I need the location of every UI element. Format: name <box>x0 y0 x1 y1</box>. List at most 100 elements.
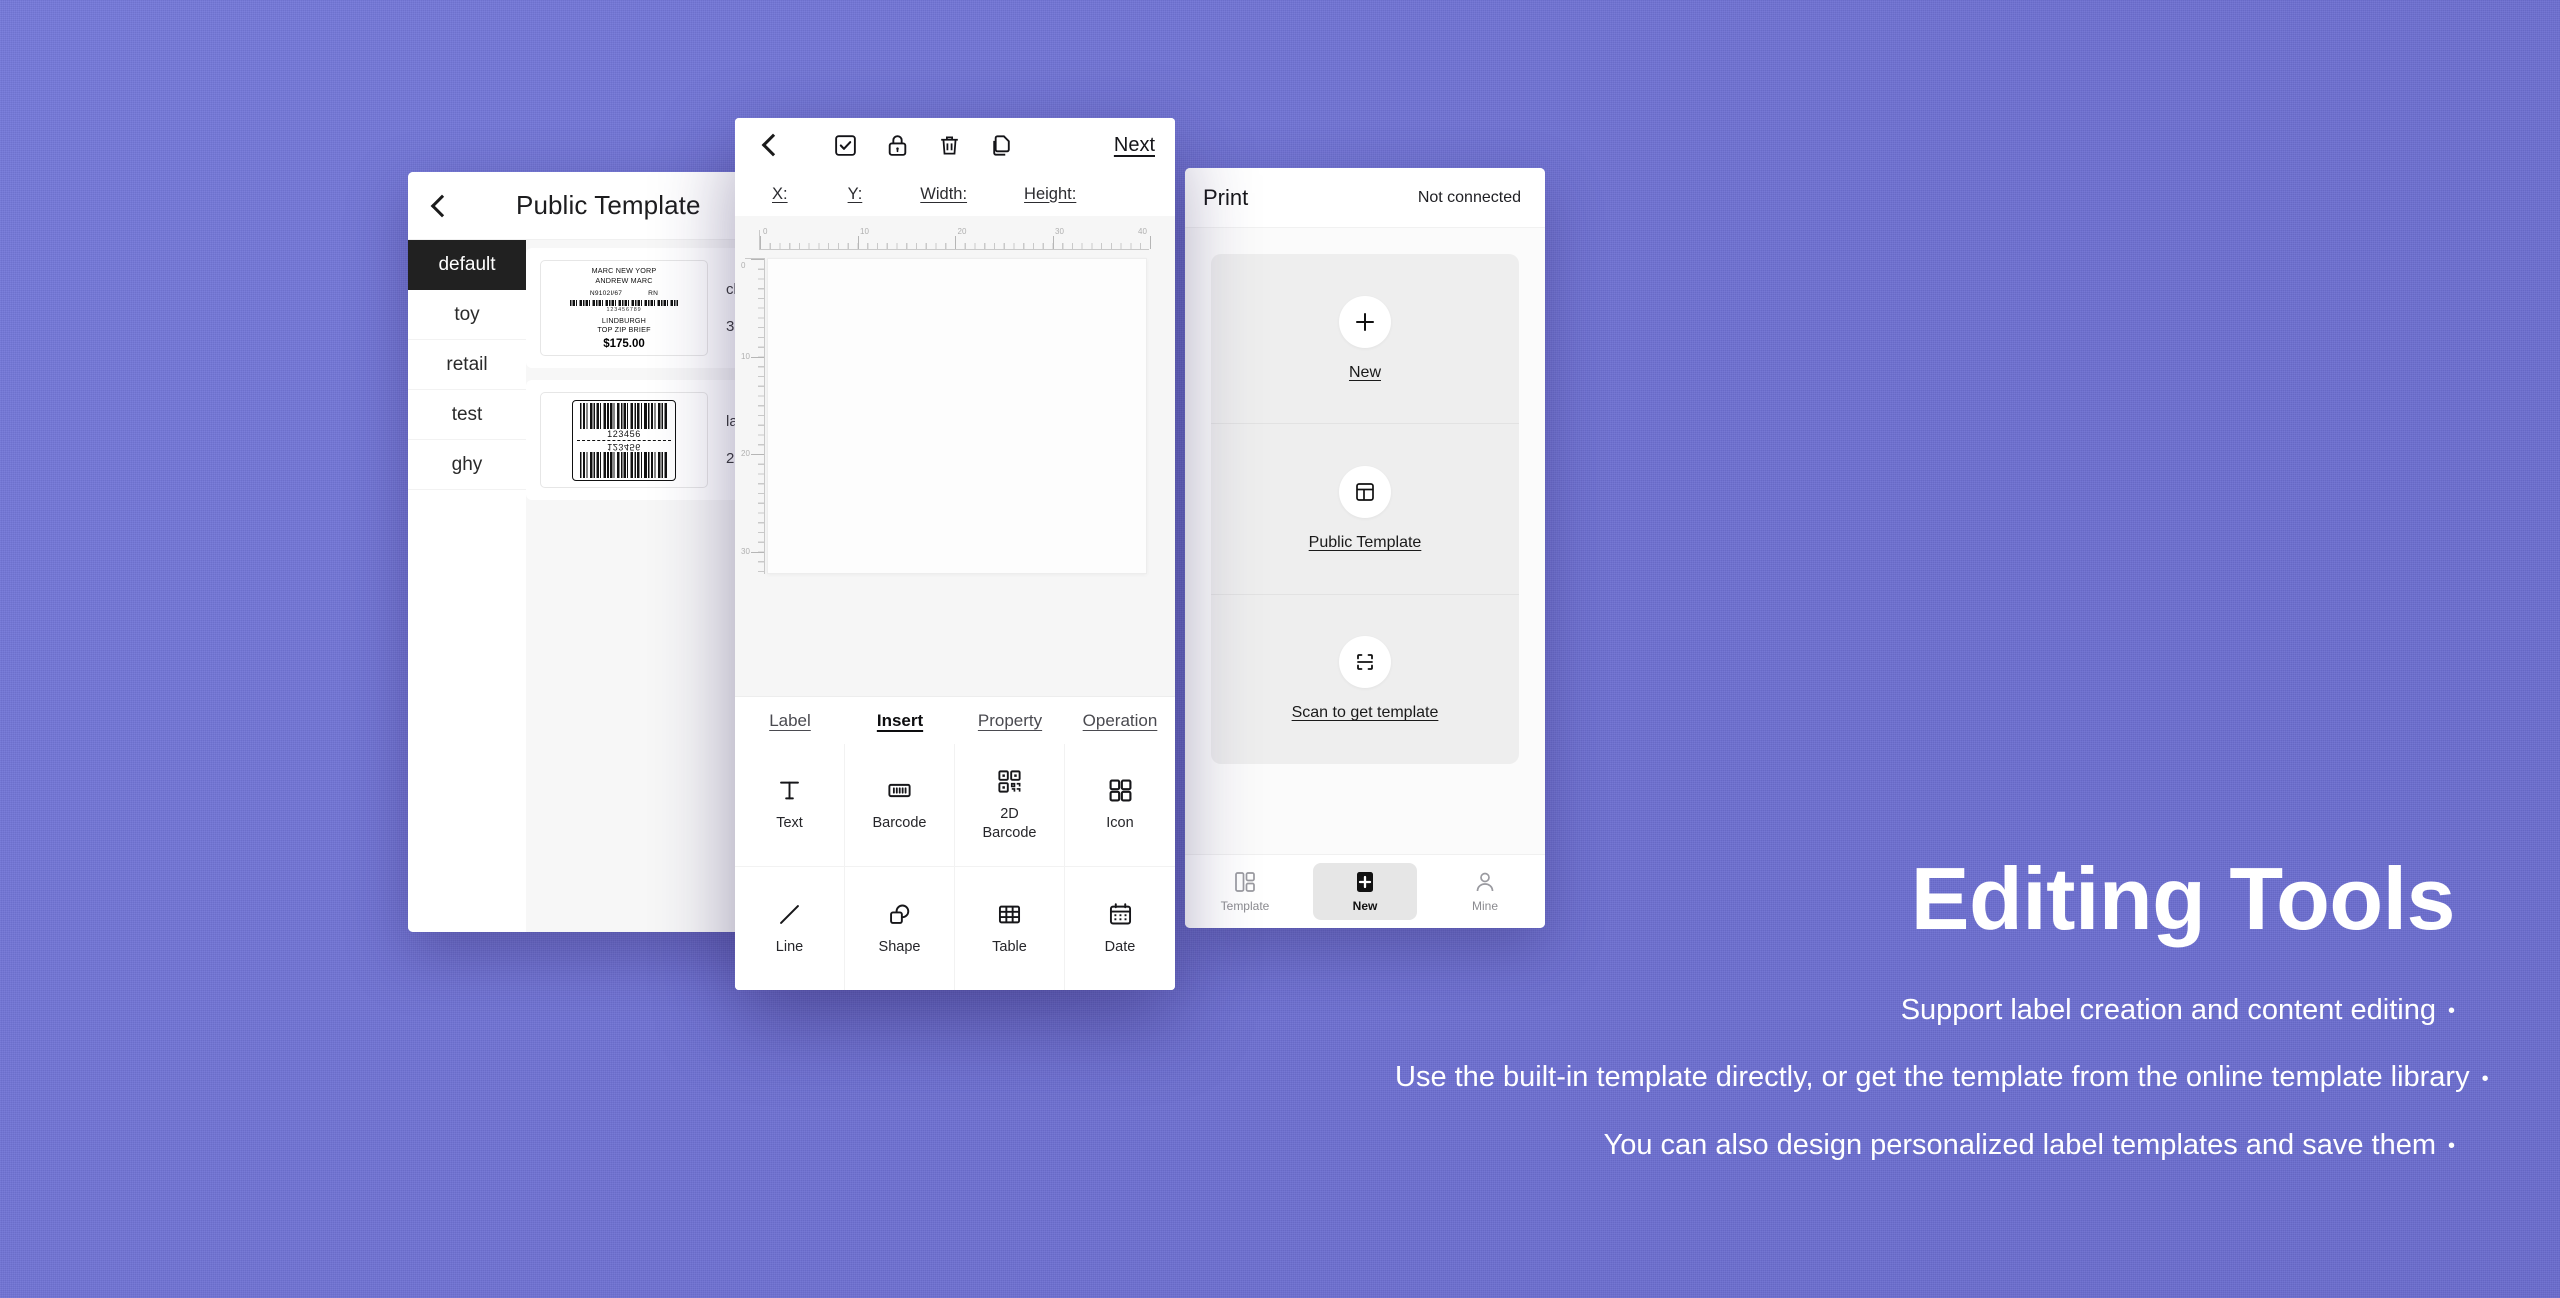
tool-label: Line <box>775 938 804 955</box>
tool-label: 2D Barcode <box>982 806 1037 841</box>
ruler-tick: 30 <box>741 547 750 556</box>
editor-toolbar: Next <box>735 118 1175 172</box>
label-code: N9102I/67 <box>589 290 623 298</box>
tab-operation[interactable]: Operation <box>1065 711 1175 731</box>
tab-label[interactable]: Label <box>735 711 845 731</box>
print-panel-header: Print Not connected <box>1185 168 1545 228</box>
next-button[interactable]: Next <box>1114 134 1155 157</box>
scan-frame-icon <box>1339 636 1391 689</box>
barcode-number: 123456 <box>607 428 641 439</box>
template-grid-icon <box>1233 870 1257 894</box>
tab-property[interactable]: Property <box>955 711 1065 731</box>
ruler-tick: 20 <box>741 449 750 458</box>
label-product-line2: TOP ZIP BRIEF <box>597 325 651 335</box>
plus-square-icon <box>1353 870 1377 894</box>
editor-tabs: Label Insert Property Operation <box>735 696 1175 744</box>
tool-barcode[interactable]: Barcode <box>845 744 955 867</box>
action-new[interactable]: New <box>1211 254 1519 425</box>
insert-tools-grid: Text Barcode 2D Barcode Icon Line Shape … <box>735 744 1175 990</box>
status-badge: Not connected <box>1417 188 1521 206</box>
marketing-copy: Editing Tools Support label creation and… <box>1395 849 2489 1189</box>
bullet-marker: • <box>2447 1000 2455 1023</box>
marketing-bullet: Use the built-in template directly, or g… <box>1395 1061 2489 1094</box>
duplicate-icon[interactable] <box>989 133 1014 158</box>
height-field-label[interactable]: Height: <box>1024 185 1076 204</box>
tool-label: Text <box>776 815 803 832</box>
sidebar-item-test[interactable]: test <box>408 390 526 440</box>
print-home-panel: Print Not connected New Public Template <box>1185 168 1545 928</box>
label-editor-panel: Next X: Y: Width: Height: 0 10 20 30 40 … <box>735 118 1175 990</box>
marketing-bullet: Support label creation and content editi… <box>1900 994 2455 1026</box>
select-all-checkbox-icon[interactable] <box>833 133 858 158</box>
tool-label: Shape <box>878 938 921 955</box>
label-brand-line1: MARC NEW YORP <box>591 266 657 275</box>
nav-label: Template <box>1220 899 1270 913</box>
plus-icon <box>1339 295 1391 348</box>
nav-label: New <box>1352 899 1378 913</box>
calendar-icon <box>1107 901 1134 928</box>
marketing-bullet: You can also design personalized label t… <box>1603 1128 2455 1161</box>
four-squares-icon <box>1107 777 1134 804</box>
lock-icon[interactable] <box>885 133 910 158</box>
tool-label: Barcode <box>872 815 927 832</box>
sidebar-item-retail[interactable]: retail <box>408 340 526 390</box>
chevron-left-icon[interactable] <box>755 130 785 160</box>
diagonal-line-icon <box>776 901 803 928</box>
width-field-label[interactable]: Width: <box>920 185 967 204</box>
ruler-tick: 10 <box>860 227 869 236</box>
sidebar-item-default[interactable]: default <box>408 240 526 290</box>
chevron-left-icon[interactable] <box>424 191 454 221</box>
action-label: Scan to get template <box>1291 704 1439 722</box>
ruler-tick: 10 <box>741 352 750 361</box>
text-t-icon <box>776 777 803 804</box>
label-code-right: RN <box>648 290 659 298</box>
table-grid-icon <box>996 901 1023 928</box>
sidebar-item-toy[interactable]: toy <box>408 290 526 340</box>
action-label: New <box>1348 363 1381 381</box>
label-canvas[interactable] <box>767 258 1147 574</box>
barcode-graphic <box>580 402 668 429</box>
sidebar-item-ghy[interactable]: ghy <box>408 440 526 490</box>
tool-line[interactable]: Line <box>735 867 845 990</box>
vertical-ruler: 0 10 20 30 <box>741 258 765 574</box>
tab-insert[interactable]: Insert <box>845 711 955 731</box>
barcode-graphic <box>580 451 668 478</box>
tool-icon[interactable]: Icon <box>1065 744 1175 867</box>
tool-label: Date <box>1104 938 1136 955</box>
y-field-label[interactable]: Y: <box>848 185 863 204</box>
tool-table[interactable]: Table <box>955 867 1065 990</box>
label-price: $175.00 <box>603 338 645 350</box>
label-preview-clothing: MARC NEW YORP ANDREW MARC N9102I/67 RN 1… <box>540 260 708 356</box>
bullet-marker: • <box>2481 1067 2489 1090</box>
action-public-template[interactable]: Public Template <box>1211 424 1519 595</box>
label-brand-line2: ANDREW MARC <box>595 275 653 285</box>
horizontal-ruler: 0 10 20 30 40 <box>759 227 1152 250</box>
print-panel-main: New Public Template Scan to get template <box>1185 228 1545 854</box>
nav-item-template[interactable]: Template <box>1193 863 1297 920</box>
action-scan-template[interactable]: Scan to get template <box>1211 595 1519 764</box>
ruler-tick: 40 <box>1138 227 1147 236</box>
action-label: Public Template <box>1308 533 1422 551</box>
shapes-icon <box>886 901 913 928</box>
tool-label: Table <box>992 938 1027 955</box>
ruler-tick: 20 <box>957 227 967 236</box>
template-layout-icon <box>1339 465 1391 518</box>
label-preview-barcode: 123456 123456 <box>540 392 708 488</box>
tool-text[interactable]: Text <box>735 744 845 867</box>
barcode-icon <box>886 777 913 804</box>
barcode-number: 123456 <box>607 441 641 452</box>
marketing-heading: Editing Tools <box>1910 849 2456 948</box>
canvas-workspace[interactable]: 0 10 20 30 40 0 10 20 30 <box>735 216 1175 696</box>
tool-date[interactable]: Date <box>1065 867 1175 990</box>
barcode-graphic <box>570 300 678 306</box>
ruler-tick: 30 <box>1055 227 1064 236</box>
qr-code-icon <box>996 768 1023 795</box>
divider <box>577 439 671 441</box>
tool-2d-barcode[interactable]: 2D Barcode <box>955 744 1065 867</box>
x-field-label[interactable]: X: <box>772 185 788 204</box>
barcode-number: 123456789 <box>606 306 642 313</box>
tool-shape[interactable]: Shape <box>845 867 955 990</box>
coordinate-bar: X: Y: Width: Height: <box>735 172 1175 216</box>
editor-toolbar-icons <box>833 133 1014 158</box>
trash-icon[interactable] <box>937 133 962 158</box>
